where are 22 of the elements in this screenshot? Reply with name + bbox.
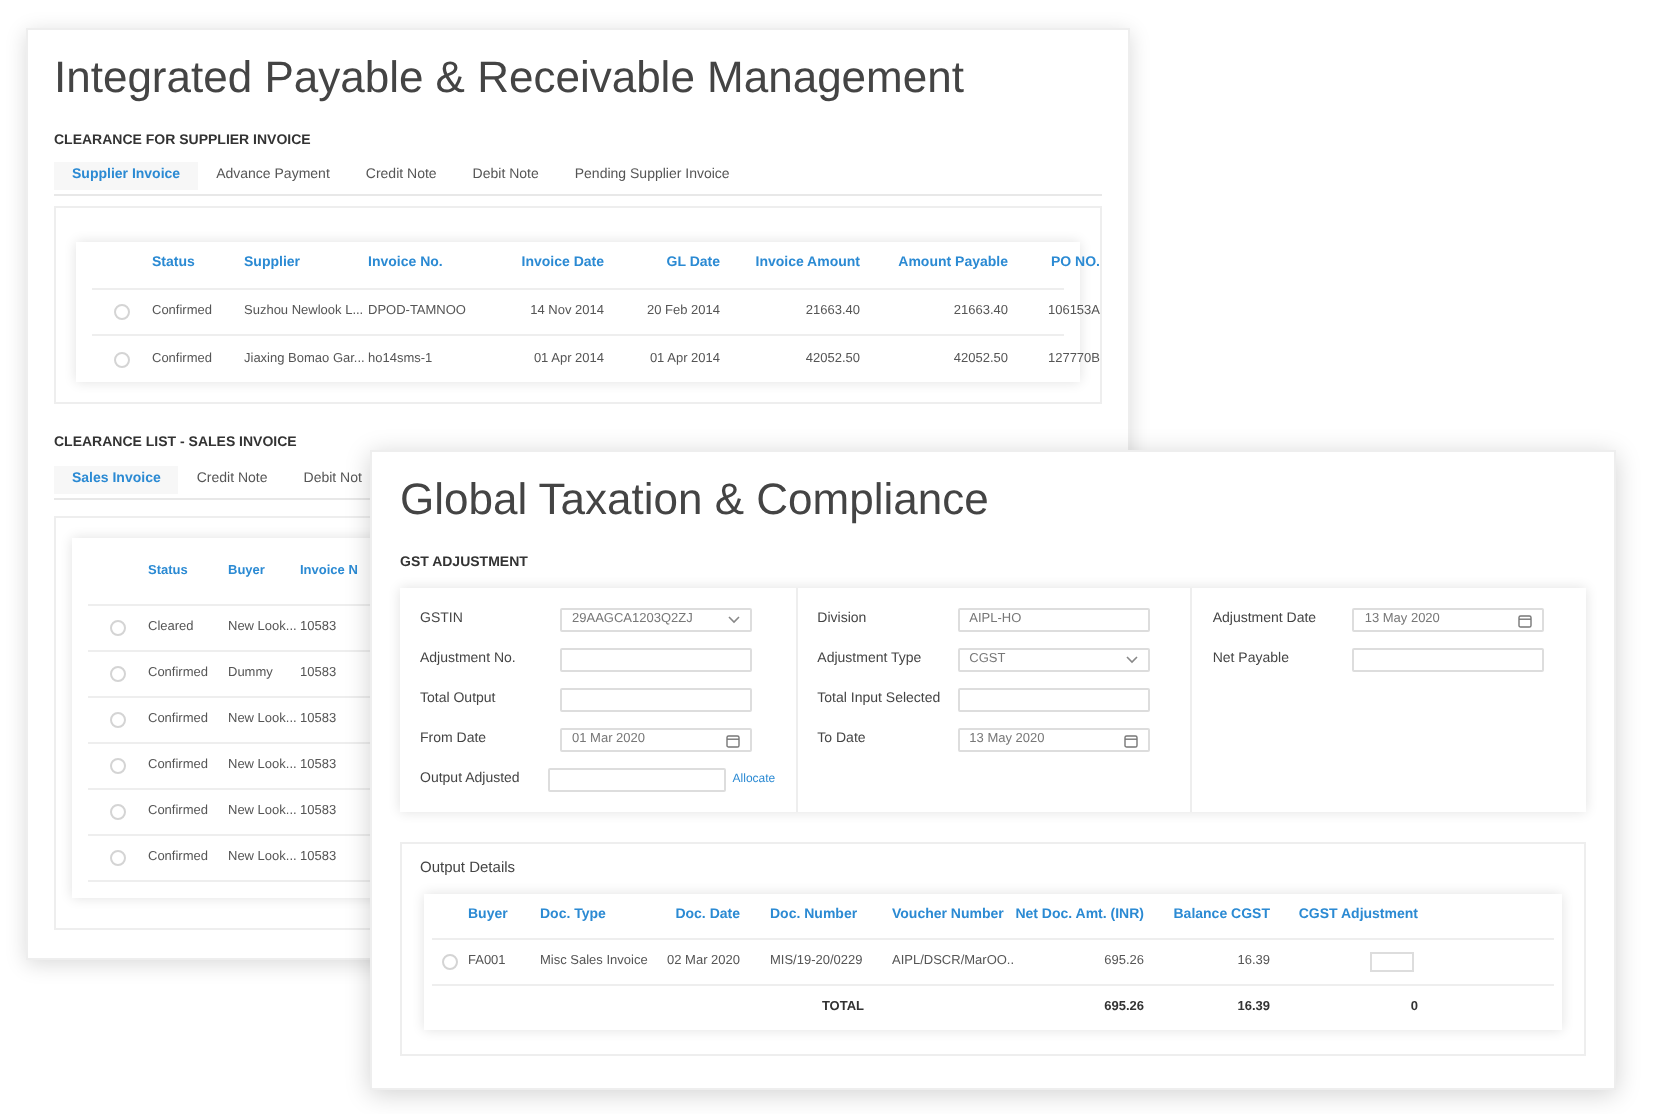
radio-button[interactable] [114, 304, 130, 320]
input-field[interactable] [560, 648, 752, 672]
window-title: Integrated Payable & Receivable Management [54, 52, 966, 104]
adjustment-input-field[interactable] [1370, 952, 1414, 972]
radio-button[interactable] [110, 620, 126, 636]
radio-button[interactable] [442, 954, 458, 970]
radio-button[interactable] [110, 804, 126, 820]
calendar-icon [726, 733, 740, 747]
input-field[interactable] [1352, 648, 1545, 672]
calendar-icon [1123, 733, 1138, 747]
radio-button[interactable] [110, 666, 126, 682]
input-field[interactable] [957, 688, 1150, 712]
radio-button[interactable] [110, 712, 126, 728]
chevron-down-icon [728, 616, 740, 624]
input-field[interactable] [548, 768, 727, 792]
input-field[interactable] [560, 688, 752, 712]
calendar-icon [1518, 613, 1533, 627]
window-title: Global Taxation & Compliance [400, 474, 991, 526]
radio-button[interactable] [114, 351, 130, 367]
radio-button[interactable] [110, 758, 126, 774]
radio-button[interactable] [110, 850, 126, 866]
chevron-down-icon [1125, 656, 1138, 664]
